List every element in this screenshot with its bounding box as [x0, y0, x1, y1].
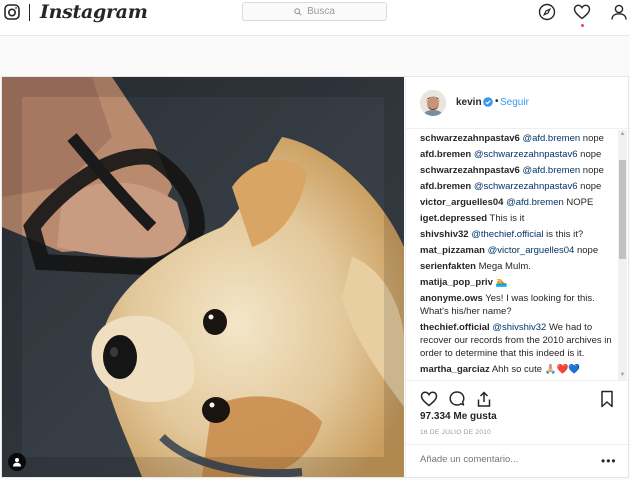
comment-username[interactable]: afd.bremen	[420, 181, 471, 192]
comment-username[interactable]: anonyme.ows	[420, 293, 483, 304]
post-card: kevin • Seguir schwarzezahnpastav6 @afd.…	[1, 76, 630, 478]
comment-text: nope	[577, 181, 602, 192]
comment-username[interactable]: schwarzezahnpastav6	[420, 165, 520, 176]
comment-row: thechief.official @shivshiv32 We had to …	[420, 321, 620, 360]
add-comment-input[interactable]	[420, 454, 580, 465]
more-options-icon[interactable]: •••	[601, 455, 617, 467]
comment-text: This is it	[489, 213, 525, 224]
comment-mention-link[interactable]: @afd.bremen	[506, 197, 564, 208]
profile-icon[interactable]	[610, 3, 628, 21]
notification-dot	[581, 24, 584, 27]
dog-photo-illustration	[2, 77, 404, 477]
comment-username[interactable]: martha_garciaz	[420, 364, 490, 375]
comment-text: is this it?	[543, 229, 584, 240]
comment-row: shivshiv32 @thechief.official is this it…	[420, 228, 620, 241]
search-placeholder: Busca	[307, 6, 335, 17]
comment-bubble-icon[interactable]	[448, 390, 466, 408]
comment-username[interactable]: thechief.official	[420, 322, 490, 333]
instagram-page: Instagram Busca kevin • Seguir schwarzez…	[0, 0, 630, 480]
add-comment-bar: •••	[406, 444, 630, 477]
comment-row: serienfakten Mega Mulm.	[420, 260, 620, 273]
comment-text: nope	[580, 165, 604, 176]
scroll-down-arrow-icon[interactable]: ▼	[618, 371, 627, 380]
comment-username[interactable]: shivshiv32	[420, 229, 469, 240]
comment-username[interactable]: afd.bremen	[420, 149, 471, 160]
comment-row: martha_garciaz Ahh so cute 🙏🏼❤️💙	[420, 363, 620, 376]
instagram-logo[interactable]: Instagram	[40, 1, 148, 23]
comment-mention-link[interactable]: @afd.bremen	[522, 133, 580, 144]
comment-mention-link[interactable]: @schwarzezahnpastav6	[474, 181, 578, 192]
comment-username[interactable]: matija_pop_priv	[420, 277, 493, 288]
comment-text: nope	[577, 149, 602, 160]
activity-heart-icon[interactable]	[573, 3, 591, 21]
camera-icon[interactable]	[4, 4, 20, 20]
comment-username[interactable]: mat_pizzaman	[420, 245, 485, 256]
comments-scrollbar[interactable]: ▲ ▼	[618, 130, 627, 380]
comment-row: schwarzezahnpastav6 @afd.bremen nope	[420, 164, 620, 177]
bookmark-save-icon[interactable]	[598, 390, 616, 408]
comment-text: nope	[580, 133, 604, 144]
post-photo[interactable]	[2, 77, 404, 477]
explore-compass-icon[interactable]	[538, 3, 556, 21]
comment-row: anonyme.ows Yes! I was looking for this.…	[420, 292, 620, 318]
follow-button[interactable]: Seguir	[500, 97, 529, 108]
search-icon	[294, 7, 302, 16]
share-icon[interactable]	[475, 390, 493, 408]
comment-mention-link[interactable]: @shivshiv32	[492, 322, 546, 333]
comment-row: afd.bremen @schwarzezahnpastav6 nope	[420, 148, 620, 161]
comment-text: NOPE	[563, 197, 594, 208]
comment-row: afd.bremen @schwarzezahnpastav6 nope	[420, 180, 620, 193]
post-owner-username[interactable]: kevin	[456, 97, 482, 108]
likes-count[interactable]: 97.334 Me gusta	[420, 411, 497, 422]
verified-badge-icon	[483, 97, 493, 107]
comment-mention-link[interactable]: @victor_arguelles04	[488, 245, 575, 256]
scroll-up-arrow-icon[interactable]: ▲	[618, 130, 627, 139]
comment-row: iget.depressed This is it	[420, 212, 620, 225]
post-date[interactable]: 16 DE JULIO DE 2010	[420, 429, 491, 436]
top-navigation-bar: Instagram Busca	[0, 0, 630, 36]
comment-text: Ahh so cute 🙏🏼❤️💙	[491, 364, 581, 375]
comment-username[interactable]: iget.depressed	[420, 213, 487, 224]
comment-mention-link[interactable]: @thechief.official	[471, 229, 543, 240]
comment-row: schwarzezahnpastav6 @afd.bremen nope	[420, 132, 620, 145]
search-box[interactable]: Busca	[242, 2, 387, 21]
comment-mention-link[interactable]: @schwarzezahnpastav6	[474, 149, 578, 160]
comment-row: matija_pop_priv 🏊	[420, 276, 620, 289]
comment-text: nope	[574, 245, 599, 256]
avatar[interactable]	[420, 90, 446, 116]
post-header: kevin • Seguir	[406, 77, 630, 129]
comment-text: Mega Mulm.	[478, 261, 531, 272]
user-tag-icon[interactable]	[8, 453, 26, 471]
post-side-panel: kevin • Seguir schwarzezahnpastav6 @afd.…	[405, 77, 630, 477]
comment-mention-link[interactable]: @afd.bremen	[522, 165, 580, 176]
comment-row: victor_arguelles04 @afd.bremen NOPE	[420, 196, 620, 209]
comments-list: schwarzezahnpastav6 @afd.bremen nope afd.…	[406, 130, 620, 380]
comment-row: mat_pizzaman @victor_arguelles04 nope	[420, 244, 620, 257]
like-heart-icon[interactable]	[420, 390, 438, 408]
scroll-thumb[interactable]	[619, 160, 626, 259]
comment-username[interactable]: schwarzezahnpastav6	[420, 133, 520, 144]
comment-username[interactable]: victor_arguelles04	[420, 197, 503, 208]
comment-text: 🏊	[495, 277, 508, 288]
nav-divider	[29, 4, 30, 21]
comment-username[interactable]: serienfakten	[420, 261, 476, 272]
header-separator: •	[495, 96, 499, 107]
